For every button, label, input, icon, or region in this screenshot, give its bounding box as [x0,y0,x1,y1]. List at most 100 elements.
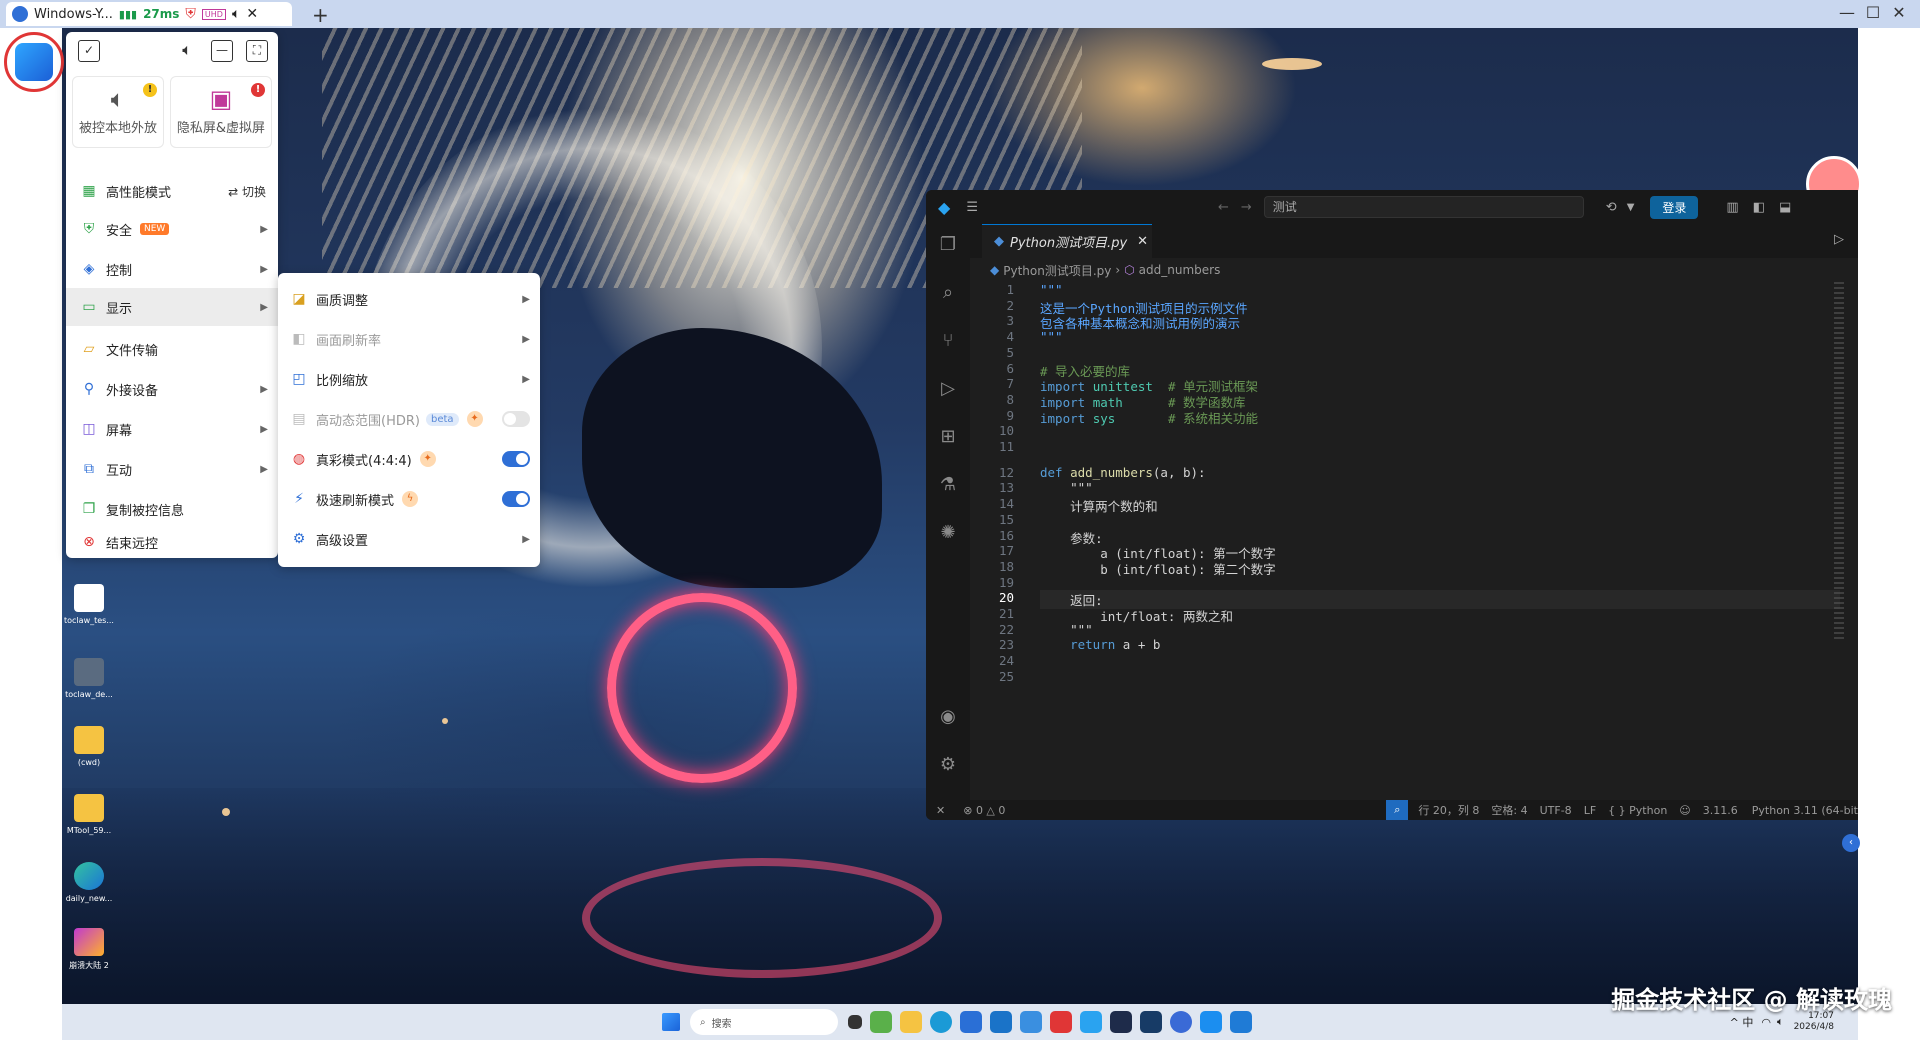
python-version[interactable]: 3.11.6 [1703,804,1738,817]
submenu-advanced[interactable]: ⚙︎ 高级设置 ▶ [278,519,540,559]
submenu-true-color[interactable]: ◍ 真彩模式(4:4:4) ✦ [278,439,540,479]
system-tray[interactable]: ^ 中 [1730,1014,1754,1030]
breadcrumb-symbol[interactable]: add_numbers [1139,263,1221,277]
vscode-icon[interactable] [1230,1011,1252,1033]
submenu-hdr[interactable]: ▤ 高动态范围(HDR) beta ✦ [278,399,540,439]
minimize-icon[interactable]: — [211,40,233,62]
local-audio-button[interactable]: 🔈︎ 被控本地外放 ! [72,76,164,148]
menu-item-interaction[interactable]: ⧉ 互动 ▶ [66,450,278,488]
submenu-quality[interactable]: ◪ 画质调整 ▶ [278,279,540,319]
sidebar-toggle-icon[interactable]: ◧ [1753,200,1765,215]
wps-icon[interactable] [1050,1011,1072,1033]
layout-icon[interactable]: ▥ [1726,200,1738,215]
run-file-icon[interactable]: ▷ [1834,232,1844,247]
taskbar-search[interactable]: ⌕ 搜索 [690,1009,838,1035]
menu-item-display[interactable]: ▭ 显示 ▶ [66,288,278,326]
desktop-icon[interactable]: daily_new... [64,862,114,903]
new-tab-icon[interactable]: + [312,3,329,27]
errors-indicator[interactable]: ⊗ 0 △ 0 [963,804,1005,817]
breadcrumb-file[interactable]: Python测试项目.py [1003,262,1111,279]
fast-refresh-toggle[interactable] [502,491,530,507]
cursor-position[interactable]: 行 20，列 8 [1418,802,1479,818]
outlook-icon[interactable] [990,1011,1012,1033]
volume-icon[interactable]: 🔈︎ [1777,1015,1784,1029]
encoding[interactable]: UTF-8 [1540,804,1572,817]
run-debug-icon[interactable]: ▷ [937,378,959,400]
speaker-icon[interactable]: 🔈︎ [232,6,240,22]
app-icon[interactable] [1080,1011,1102,1033]
menu-item-file-transfer[interactable]: ▱ 文件传输 [66,330,278,368]
app-icon[interactable] [1020,1011,1042,1033]
menu-item-control[interactable]: ◈ 控制 ▶ [66,250,278,288]
desktop-icon-label: toclaw_tes... [64,616,114,625]
desktop-icon[interactable]: 崩溃大陆 2 [64,928,114,971]
submenu-fast-refresh[interactable]: ⚡︎ 极速刷新模式 ϟ [278,479,540,519]
file-explorer-icon[interactable] [900,1011,922,1033]
minimize-button[interactable]: — [1834,3,1860,22]
submenu-refresh-rate[interactable]: ◧ 画面刷新率 ▶ [278,319,540,359]
line-ending[interactable]: LF [1584,804,1596,817]
maximize-button[interactable]: ☐ [1860,3,1886,22]
indentation[interactable]: 空格: 4 [1491,802,1527,818]
steam-icon[interactable] [1140,1011,1162,1033]
browser-icon[interactable] [1170,1011,1192,1033]
menu-item-screen[interactable]: ◫ 屏幕 ▶ [66,410,278,448]
switch-mode-button[interactable]: ⇄ 切换 [228,183,266,200]
volume-icon[interactable]: 🔈︎ [176,40,198,62]
menu-icon[interactable]: ☰ [966,200,978,215]
panel-toggle-icon[interactable]: ⬓ [1779,200,1791,215]
submenu-scaling[interactable]: ◰ 比例缩放 ▶ [278,359,540,399]
python-interpreter[interactable]: Python 3.11 (64-bit [1752,804,1858,817]
edge-icon[interactable] [930,1011,952,1033]
wifi-icon[interactable]: ◠ [1761,1016,1771,1029]
menu-item-copy-info[interactable]: ❐ 复制被控信息 [66,490,278,528]
task-view-icon[interactable] [848,1015,862,1029]
code-editor[interactable]: 1 """ 2 这是一个Python测试项目的示例文件 3 包含各种基本概念和测试用例的演… [970,282,1858,800]
menu-item-security[interactable]: ⛨ 安全 NEW ▶ [66,210,278,248]
menu-item-end-session[interactable]: ⊗ 结束远控 [66,528,278,556]
privacy-screen-button[interactable]: ▣ 隐私屏&虚拟屏 ! [170,76,272,148]
tab-close-icon[interactable]: ✕ [1137,234,1148,249]
close-button[interactable]: ✕ [1886,3,1912,22]
windows-start-icon[interactable] [662,1013,680,1031]
copilot-icon[interactable]: ☺ [1679,804,1690,817]
language-mode[interactable]: { } Python [1608,804,1667,817]
shield-icon[interactable]: ⛨ [185,6,196,22]
remote-app-icon[interactable] [1200,1011,1222,1033]
login-button[interactable]: 登录 [1650,195,1699,219]
session-tab[interactable]: Windows-Y... ▮▮▮ 27ms ⛨ UHD 🔈︎ ✕ [6,2,292,26]
hdr-toggle[interactable] [502,411,530,427]
desktop-icon[interactable]: toclaw_de... [64,658,114,699]
back-arrow-icon[interactable]: ← [1218,200,1229,215]
side-expand-icon[interactable]: ‹ [1842,834,1860,852]
desktop-icon[interactable]: (cwd) [64,726,114,767]
chevron-down-icon[interactable]: ▼ [1627,202,1635,213]
testing-icon[interactable]: ⚗︎ [937,474,959,496]
remote-indicator-icon[interactable]: ✕ [936,804,945,817]
desktop-icon[interactable]: toclaw_tes... [64,584,114,625]
app-icon[interactable] [1110,1011,1132,1033]
store-icon[interactable] [960,1011,982,1033]
search-icon[interactable]: ⌕ [937,282,959,304]
menu-item-external-devices[interactable]: ⚲ 外接设备 ▶ [66,370,278,408]
performance-mode-item[interactable]: ▦ 高性能模式 ⇄ 切换 [66,172,278,210]
forward-arrow-icon[interactable]: → [1241,200,1252,215]
settings-gear-icon[interactable]: ⚙︎ [937,754,959,776]
true-color-toggle[interactable] [502,451,530,467]
close-icon[interactable]: ✕ [246,6,258,22]
explorer-icon[interactable]: ❐ [937,234,959,256]
account-icon[interactable]: ◉ [937,706,959,728]
app-logo[interactable] [4,32,64,92]
widgets-icon[interactable] [870,1011,892,1033]
source-control-icon[interactable]: ⑂ [937,330,959,352]
fullscreen-icon[interactable]: ⛶ [246,40,268,62]
desktop-icon[interactable]: MTool_59... [64,794,114,835]
command-search-box[interactable]: 测试 [1263,196,1584,218]
editor-tab[interactable]: ◆ Python测试项目.py ✕ [982,224,1152,258]
uhd-icon[interactable]: UHD [201,8,226,20]
extensions-icon[interactable]: ⊞ [937,426,959,448]
zoom-icon[interactable]: ⌕ [1386,800,1409,820]
sync-icon[interactable]: ⟲ [1606,200,1617,215]
screen-check-icon[interactable]: ✓ [78,40,100,62]
remote-icon[interactable]: ✺ [937,522,959,544]
